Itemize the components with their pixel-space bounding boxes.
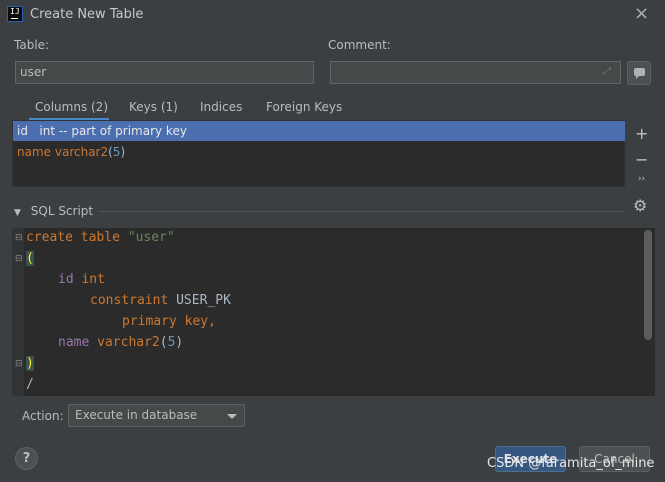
column-name: name (17, 145, 52, 159)
gear-icon[interactable]: ⚙ (633, 196, 647, 215)
sql-script-section-header[interactable]: ▼ SQL Script (14, 204, 93, 218)
fold-marker-icon[interactable]: ⊟ (15, 359, 23, 369)
remove-column-button[interactable]: − (635, 150, 648, 169)
speech-bubble-icon (634, 68, 645, 79)
sql-editor[interactable] (12, 228, 655, 396)
code-line: ( (26, 251, 34, 266)
intellij-logo-icon: IJ (7, 6, 23, 22)
tab-foreign-keys[interactable]: Foreign Keys (266, 100, 342, 114)
section-title: SQL Script (30, 204, 94, 218)
tab-columns[interactable]: Columns (2) (35, 100, 108, 114)
comment-label: Comment: (328, 38, 391, 52)
code-line: constraint USER_PK (90, 293, 231, 308)
editor-scrollbar[interactable] (644, 230, 652, 340)
action-selected-value: Execute in database (75, 408, 198, 422)
code-line: id int (58, 272, 105, 287)
action-dropdown[interactable]: Execute in database (68, 404, 245, 427)
table-label: Table: (14, 38, 50, 52)
table-name-input[interactable]: user (15, 61, 314, 84)
chevron-down-icon (227, 414, 237, 419)
column-type: varchar2 (54, 145, 109, 159)
section-divider (99, 211, 624, 212)
column-name: id (17, 124, 28, 138)
tab-indices[interactable]: Indices (200, 100, 242, 114)
list-item-column-id[interactable]: id int -- part of primary key (13, 121, 625, 141)
column-detail: int -- part of primary key (39, 124, 187, 138)
code-line: / (26, 377, 34, 392)
close-icon[interactable]: × (634, 3, 649, 24)
watermark: CSDN @faramita_of_mine (487, 456, 655, 471)
add-column-button[interactable]: + (635, 124, 648, 143)
code-line: ) (26, 356, 34, 371)
code-line: primary key, (122, 314, 216, 329)
code-line: create table "user" (26, 230, 175, 245)
comment-input[interactable] (330, 61, 621, 84)
help-button[interactable]: ? (15, 447, 38, 470)
list-item-column-name[interactable]: name varchar2(5) (13, 143, 129, 161)
fold-marker-icon[interactable]: ⊟ (15, 254, 23, 264)
dialog-title: Create New Table (30, 7, 144, 22)
more-icon[interactable]: ›› (638, 174, 645, 184)
code-line: name varchar2(5) (58, 335, 184, 350)
collapse-triangle-icon: ▼ (14, 208, 21, 218)
comment-editor-button[interactable] (627, 61, 651, 85)
action-label: Action: (22, 409, 64, 423)
fold-marker-icon[interactable]: ⊟ (15, 233, 23, 243)
tab-keys[interactable]: Keys (1) (129, 100, 178, 114)
expand-icon[interactable]: ⤢ (603, 66, 611, 77)
